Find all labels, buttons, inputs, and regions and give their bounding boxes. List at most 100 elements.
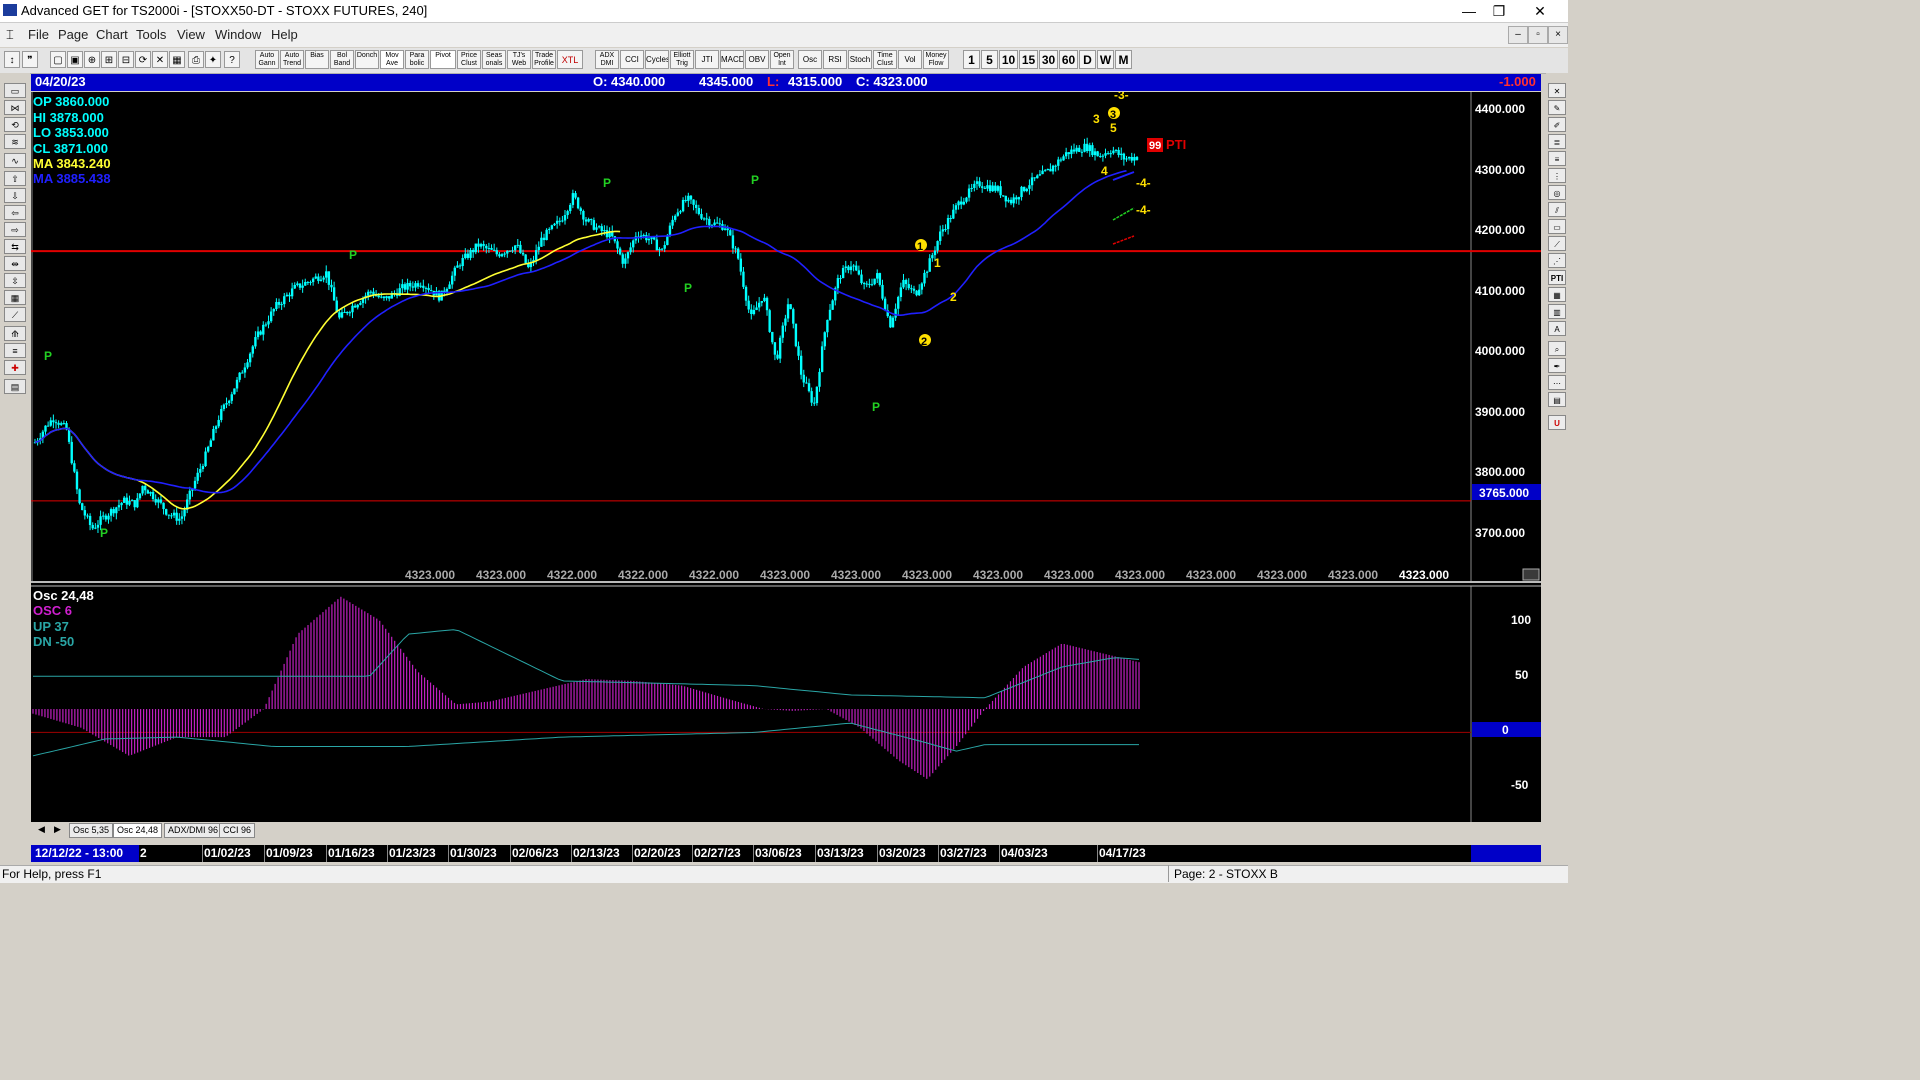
bulb-icon[interactable]: ✦ [205,51,221,68]
table-tool-icon[interactable]: ▦ [1548,287,1566,302]
study-stoch-button[interactable]: Stoch [848,50,872,69]
cycle-tool-icon[interactable]: ⋯ [1548,375,1566,390]
fit-tool-icon[interactable]: ⇆ [4,239,26,254]
open-folder-icon[interactable]: ▭ [4,83,26,98]
study-tool-icon[interactable]: ≋ [4,134,26,149]
study-time-clust-button[interactable]: Time Clust [873,50,897,69]
crosshair-icon[interactable]: ✚ [4,360,26,375]
help-pointer-icon[interactable]: ? [224,51,240,68]
study-cci-button[interactable]: CCI [620,50,644,69]
new-page-icon[interactable]: ▢ [50,51,66,68]
cross-icon[interactable]: ✕ [152,51,168,68]
arrow-down-icon[interactable]: ⇩ [4,188,26,203]
undo-tool-icon[interactable]: U [1548,415,1566,430]
mdi-close-button[interactable]: × [1548,26,1568,44]
pen-tool-icon[interactable]: ✎ [1548,100,1566,115]
gann-tool-icon[interactable]: ⋈ [4,100,26,115]
pencil-tool-icon[interactable]: ✐ [1548,117,1566,132]
delete-tool-icon[interactable]: ✕ [1548,83,1566,98]
study-price-clust-button[interactable]: Price Clust [457,50,481,69]
refresh-icon[interactable]: ⟳ [135,51,151,68]
study-pivot-button[interactable]: Pivot [430,50,456,69]
study-parabolic-button[interactable]: Para bolic [405,50,429,69]
study-rsi-button[interactable]: RSI [823,50,847,69]
fib-extension-icon[interactable]: ≡ [1548,151,1566,166]
tab-scroll-right-icon[interactable]: ▶ [51,823,65,836]
trend-tool-icon[interactable]: ⟋ [1548,236,1566,251]
text-tool-icon[interactable]: A [1548,321,1566,336]
measure-tool-icon[interactable]: ⇹ [4,256,26,271]
tab-osc-5-35[interactable]: Osc 5,35 [69,823,114,838]
minimize-button[interactable]: — [1454,0,1484,22]
gann-fan-icon[interactable]: ⟰ [4,326,26,341]
study-donch-button[interactable]: Donch [355,50,379,69]
circle-tool-icon[interactable]: ◎ [1548,185,1566,200]
menu-help[interactable]: Help [271,27,298,42]
timeframe-60-button[interactable]: 60 [1059,50,1078,69]
multi-page-icon[interactable]: ▣ [67,51,83,68]
timeframe-5-button[interactable]: 5 [981,50,998,69]
study-money-flow-button[interactable]: Money Flow [923,50,949,69]
menu-page[interactable]: Page [58,27,88,42]
pointer-icon[interactable]: ↕ [4,51,20,68]
study-mov-ave-button[interactable]: Mov Ave [380,50,404,69]
study-xtl-button[interactable]: XTL [557,50,583,69]
fib-time-icon[interactable]: ⋮ [1548,168,1566,183]
zoom-out-icon[interactable]: ⊟ [118,51,134,68]
arrow-up-icon[interactable]: ⇧ [4,171,26,186]
tab-adx-dmi-96[interactable]: ADX/DMI 96 [164,823,223,838]
menu-window[interactable]: Window [215,27,261,42]
tab-scroll-left-icon[interactable]: ◀ [35,823,49,836]
zoom-in-icon[interactable]: ⊕ [84,51,100,68]
study-bias-button[interactable]: Bias [305,50,329,69]
timeframe-10-button[interactable]: 10 [999,50,1018,69]
menu-tools[interactable]: Tools [136,27,166,42]
study-trade-profile-button[interactable]: Trade Profile [532,50,556,69]
gann-line-icon[interactable]: ⋰ [1548,253,1566,268]
timeframe-1-button[interactable]: 1 [963,50,980,69]
study-macd-button[interactable]: MACD [720,50,744,69]
marker-tool-icon[interactable]: ✒ [1548,358,1566,373]
zoom-fit-icon[interactable]: ⊞ [101,51,117,68]
quote-icon[interactable]: ❞ [22,51,38,68]
timeframe-d-button[interactable]: D [1079,50,1096,69]
study-elliott-trig-button[interactable]: Elliott Trig [670,50,694,69]
tab-cci-96[interactable]: CCI 96 [219,823,256,838]
ruler-tool-icon[interactable]: ⇳ [4,273,26,288]
reset-icon[interactable]: ⟲ [4,117,26,132]
panel-resize-icon[interactable] [1522,568,1540,581]
menu-file[interactable]: File [28,27,49,42]
print-icon[interactable]: ⎙ [188,51,204,68]
pti-tool-icon[interactable]: PTI [1548,270,1566,285]
zoom-tool-icon[interactable]: ⌕ [1548,341,1566,356]
lines-tool-icon[interactable]: ⟋ [4,307,26,322]
mob-tool-icon[interactable]: ▥ [1548,304,1566,319]
channel-tool-icon[interactable]: ⫽ [1548,202,1566,217]
study-tjs-web-button[interactable]: TJ's Web [507,50,531,69]
arrow-left-icon[interactable]: ⇦ [4,205,26,220]
elliott-tool-icon[interactable]: ∿ [4,153,26,168]
study-jti-button[interactable]: JTI [695,50,719,69]
fib-retrace-icon[interactable]: ≣ [1548,134,1566,149]
chart-area[interactable]: 4400.000 4300.000 4200.000 4100.000 4000… [31,92,1541,822]
timeframe-30-button[interactable]: 30 [1039,50,1058,69]
timeframe-15-button[interactable]: 15 [1019,50,1038,69]
study-open-int-button[interactable]: Open Int [770,50,794,69]
timeframe-m-button[interactable]: M [1115,50,1132,69]
box-tool-icon[interactable]: ▭ [1548,219,1566,234]
close-button[interactable]: ✕ [1520,0,1560,22]
timeframe-w-button[interactable]: W [1097,50,1114,69]
study-osc-button[interactable]: Osc [798,50,822,69]
mdi-minimize-button[interactable]: – [1508,26,1528,44]
grid-tool-icon[interactable]: ▦ [4,290,26,305]
menu-view[interactable]: View [177,27,205,42]
study-seasonals-button[interactable]: Seas onals [482,50,506,69]
study-obv-button[interactable]: OBV [745,50,769,69]
study-adx-dmi-button[interactable]: ADX DMI [595,50,619,69]
fib-tool-icon[interactable]: ≡ [4,343,26,358]
mdi-restore-button[interactable]: ▫ [1528,26,1548,44]
tab-osc-24-48[interactable]: Osc 24,48 [113,823,163,838]
snapshot-icon[interactable]: ▤ [4,379,26,394]
menu-chart[interactable]: Chart [96,27,128,42]
study-bol-band-button[interactable]: Bol Band [330,50,354,69]
